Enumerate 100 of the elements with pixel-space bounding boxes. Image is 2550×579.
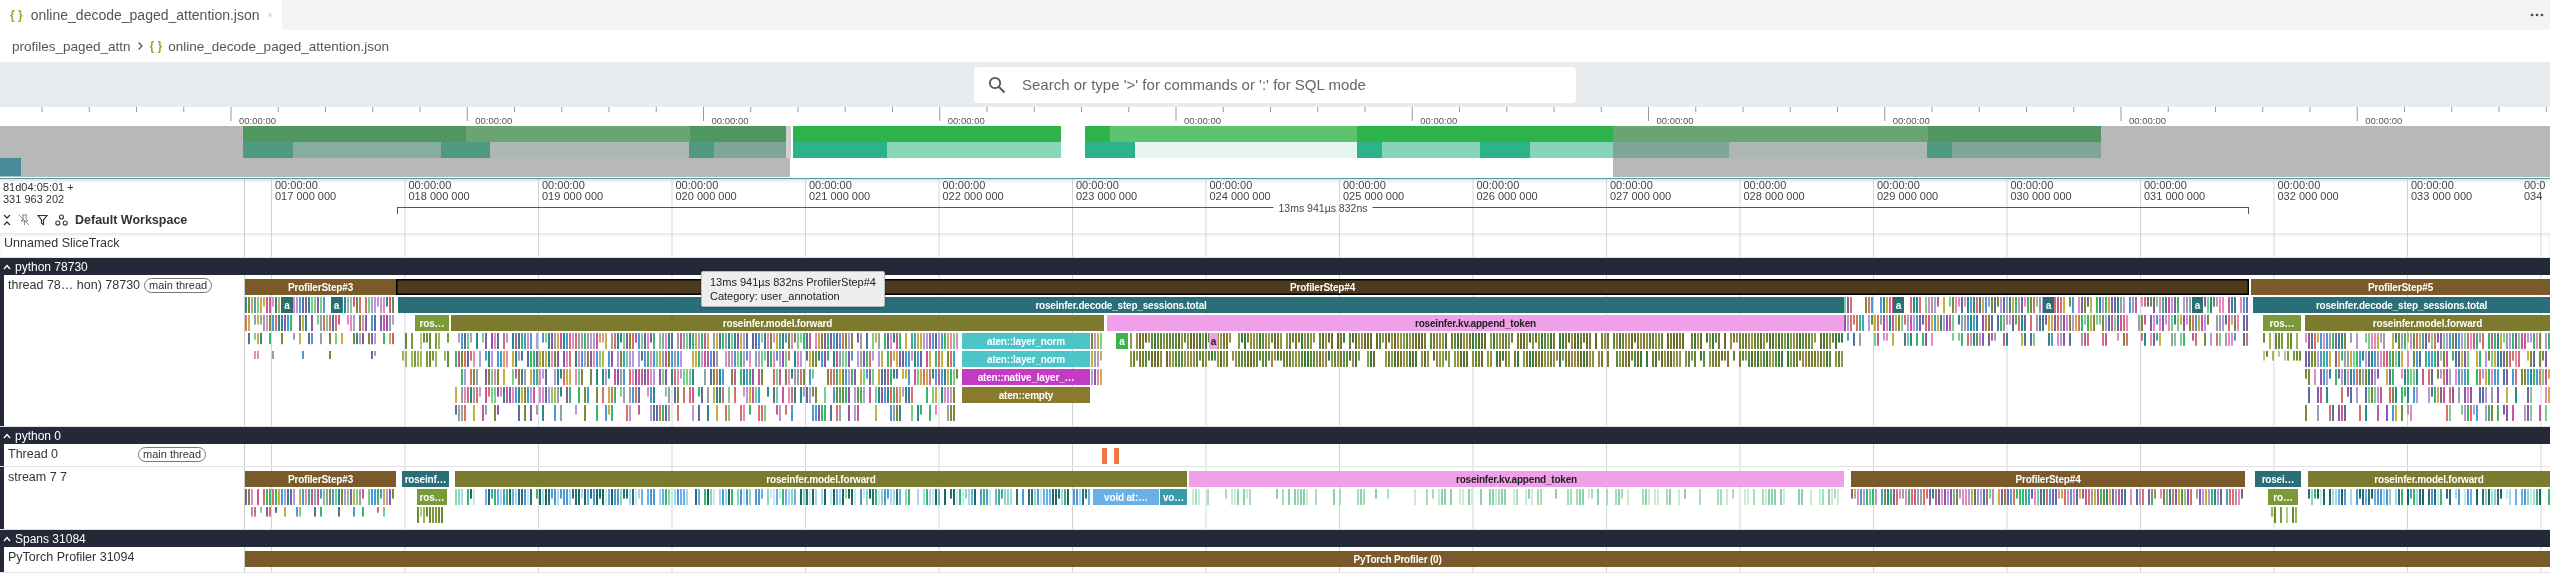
slice-stripes-drawing (402, 333, 449, 367)
track-label: stream 7 7 (8, 470, 69, 484)
axis-offset-label: 021 000 000 (809, 190, 871, 201)
axis-offset-label: 018 000 000 (408, 190, 470, 201)
more-icon[interactable] (2530, 13, 2544, 17)
axis-time-label: 00:00:00 (675, 180, 720, 191)
slice[interactable]: a (1209, 333, 1218, 349)
time-origin-label: 81d04:05:01 + (3, 181, 75, 193)
track-group-header[interactable]: Spans 31084 (0, 530, 2550, 547)
axis-time-label: 00:00:00 (942, 180, 987, 191)
axis-offset-label: 024 000 000 (1209, 190, 1271, 201)
track-group-header[interactable]: python 78730 (0, 258, 2550, 275)
axis-offset-label: 029 000 000 (1877, 190, 1939, 201)
slice[interactable]: a (2043, 297, 2054, 313)
axis-time-label: 00:00:00 (2411, 180, 2455, 191)
axis-time-label: 00:00:00 (1076, 180, 1120, 191)
track-label: Unnamed SliceTrack (4, 236, 121, 250)
slice[interactable]: aten::empty (962, 387, 1090, 403)
track-label: Thread 0 (8, 447, 60, 461)
track-label: PyTorch Profiler 31094 (8, 550, 135, 564)
slice[interactable]: roseinfer.model.forward (2305, 315, 2550, 331)
slice[interactable]: rosei… (2255, 471, 2301, 487)
search-field[interactable]: Search or type '>' for commands or ':' for SQL mode (974, 66, 1576, 103)
axis-time-label: 00:00:00 (1476, 180, 1521, 191)
unpin-icon[interactable] (18, 214, 30, 226)
slice[interactable]: ros… (417, 489, 447, 505)
axis-time-label: 00:00:00 (2144, 180, 2188, 191)
slice[interactable]: ros… (415, 315, 449, 331)
slice[interactable]: roseinfer.model.forward (2308, 471, 2550, 487)
group-title: Spans 31084 (15, 531, 86, 546)
axis-time-label: 00:00:00 (542, 180, 586, 191)
slice[interactable]: vo… (1160, 489, 1187, 505)
slice-stripes-drawing (1091, 333, 1104, 385)
slice[interactable]: PyTorch Profiler (0) (245, 551, 2550, 567)
axis-offset-label: 019 000 000 (542, 190, 604, 201)
overview-tick-label: 00:00:00 (2129, 115, 2166, 126)
axis-time-label: 00:00:00 (1343, 180, 1387, 191)
axis-offset-label: 025 000 000 (1343, 190, 1405, 201)
axis-time-label: 00:00:00 (2010, 180, 2055, 191)
slice[interactable]: ProfilerStep#3 (245, 471, 396, 487)
workspace-icon (55, 214, 68, 226)
slice[interactable]: ro… (2268, 489, 2298, 505)
axis-time-label: 00:00:00 (1743, 180, 1788, 191)
span-duration-label: 13ms 941µs 832ns (1273, 202, 1373, 214)
overview-tick-label: 00:00:00 (475, 115, 513, 126)
slice[interactable]: ProfilerStep#3 (245, 279, 396, 295)
axis-offset-label: 034 (2524, 190, 2544, 201)
slice[interactable]: roseinfer.model.forward (451, 315, 1104, 331)
collapse-icon[interactable] (3, 214, 11, 226)
slice[interactable]: roseinfer.kv.append_token (1107, 315, 1844, 331)
chevron-right-icon (136, 41, 144, 51)
search-icon (988, 75, 1006, 94)
group-title: python 0 (15, 428, 62, 443)
overview-tick-label: 00:00:00 (1656, 115, 1694, 126)
workspace-label[interactable]: Default Workspace (75, 213, 188, 227)
slice[interactable]: roseinf… (402, 471, 449, 487)
axis-offset-label: 026 000 000 (1476, 190, 1538, 201)
slice-marker[interactable] (1102, 448, 1107, 464)
slice[interactable]: roseinfer.model.forward (455, 471, 1187, 487)
json-file-glyph: { } (149, 39, 163, 53)
axis-offset-label: 030 000 000 (2010, 190, 2072, 201)
filter-icon[interactable] (37, 214, 48, 226)
overview-tick-label: 00:00:00 (2365, 115, 2403, 126)
slice[interactable]: roseinfer.kv.append_token (1189, 471, 1844, 487)
axis-time-label: 00:00:00 (809, 180, 853, 191)
axis-time-label: 00:00:00 (408, 180, 453, 191)
slice[interactable]: ros… (2263, 315, 2301, 331)
json-file-glyph: { } (10, 8, 23, 22)
slice[interactable]: a (1893, 297, 1904, 313)
axis-time-label: 00:00:00 (1877, 180, 1921, 191)
axis-time-label: 00:00:00 (275, 180, 319, 191)
overview-tick-label: 00:00:00 (1892, 115, 1930, 126)
slice[interactable]: a (2192, 297, 2203, 313)
slice[interactable]: a (281, 297, 293, 313)
overview-tick-label: 00:00:00 (239, 115, 276, 126)
time-origin-label: 331 963 202 (3, 193, 66, 205)
slice-stripes-drawing (2268, 507, 2298, 523)
slice[interactable]: ProfilerStep#5 (2251, 279, 2550, 295)
axis-time-label: 00:0 (2524, 180, 2546, 191)
axis-time-label: 00:00:00 (1209, 180, 1254, 191)
breadcrumb-item[interactable]: online_decode_paged_attention.json (168, 38, 389, 54)
breadcrumb-item[interactable]: profiles_paged_attn (12, 38, 131, 54)
axis-offset-label: 032 000 000 (2277, 190, 2339, 201)
track-label: thread 78… hon) 78730 (8, 278, 141, 292)
slice[interactable]: roseinfer.decode_step_sessions.total (2253, 297, 2550, 313)
axis-offset-label: 033 000 000 (2411, 190, 2473, 201)
slice[interactable]: a (331, 297, 342, 313)
slice[interactable]: ProfilerStep#4 (1851, 471, 2245, 487)
axis-offset-label: 031 000 000 (2144, 190, 2206, 201)
axis-time-label: 00:00:00 (1610, 180, 1654, 191)
group-title: python 78730 (15, 259, 88, 274)
track-group-header[interactable]: python 0 (0, 427, 2550, 444)
overview-tick-label: 00:00:00 (711, 115, 749, 126)
file-tab[interactable]: { } online_decode_paged_attention.json (0, 0, 282, 30)
tab-label: online_decode_paged_attention.json (30, 7, 260, 23)
axis-offset-label: 020 000 000 (675, 190, 737, 201)
slice-marker[interactable] (1114, 448, 1119, 464)
slice[interactable]: aten::native_layer_… (962, 369, 1090, 385)
overview-tick-label: 00:00:00 (1420, 115, 1458, 126)
overview-tick-label: 00:00:00 (1184, 115, 1221, 126)
